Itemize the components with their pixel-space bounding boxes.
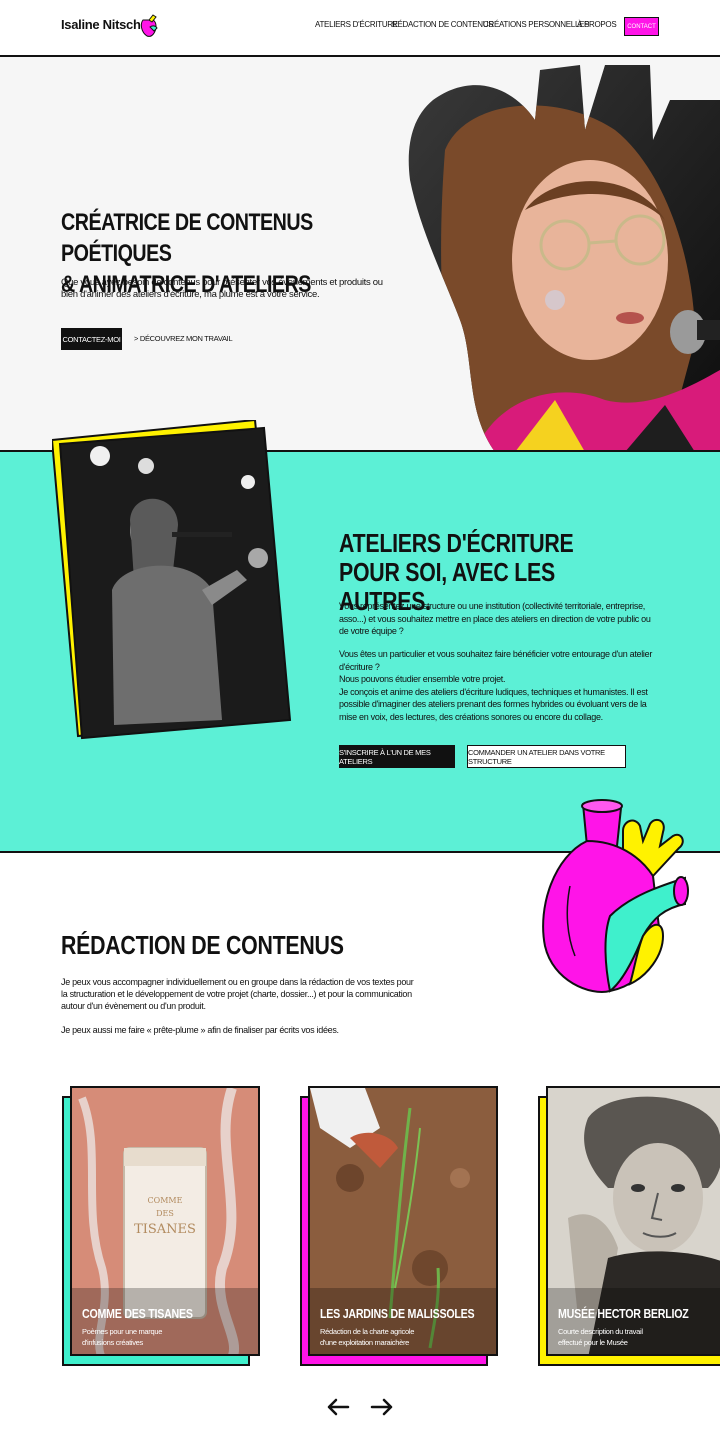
- project-card-malissoles[interactable]: Les jardins de Malissoles Rédaction de l…: [300, 1086, 500, 1366]
- nav-contact-button[interactable]: Contact: [624, 17, 659, 36]
- contact-me-button[interactable]: Contactez-moi: [61, 328, 122, 350]
- discover-work-link[interactable]: > Découvrez mon travail: [134, 334, 233, 343]
- card-subtitle-line2: effectué pour le Musée: [558, 1338, 628, 1347]
- card-subtitle: Poèmes pour une marque d'infusions créat…: [82, 1326, 232, 1348]
- register-atelier-button[interactable]: S'inscrire à l'un de mes ateliers: [339, 745, 455, 768]
- nav-redaction[interactable]: Rédaction de contenus: [392, 20, 494, 29]
- svg-text:DES: DES: [156, 1209, 174, 1218]
- card-subtitle: Rédaction de la charte agricole d'une ex…: [320, 1326, 470, 1348]
- project-card-berlioz[interactable]: Musée Hector Berlioz Courte description …: [538, 1086, 720, 1366]
- ateliers-paragraph-2: Vous êtes un particulier et vous souhait…: [339, 648, 659, 723]
- hero-section: Créatrice de contenus poétiques & animat…: [0, 57, 720, 450]
- site-logo[interactable]: Isaline Nitsche: [61, 17, 148, 32]
- site-header: Isaline Nitsche Ateliers d'écriture Réda…: [0, 0, 720, 57]
- nav-creations[interactable]: Créations personnelles: [483, 20, 589, 29]
- card-title: Musée Hector Berlioz: [558, 1306, 689, 1321]
- ateliers-paragraph-2c: Je conçois et anime des ateliers d'écrit…: [339, 686, 648, 722]
- card-title: Comme des tisanes: [82, 1306, 193, 1321]
- svg-text:COMME: COMME: [148, 1196, 183, 1205]
- svg-text:TISANES: TISANES: [134, 1222, 196, 1237]
- heart-illustration-icon: [542, 799, 689, 993]
- card-subtitle-line1: Rédaction de la charte agricole: [320, 1327, 415, 1336]
- redaction-paragraph-2: Je peux aussi me faire « prête-plume » a…: [61, 1025, 339, 1035]
- ateliers-paragraph-2a: Vous êtes un particulier et vous souhait…: [339, 649, 653, 672]
- hero-portrait-image: [408, 65, 720, 450]
- arrow-left-icon[interactable]: [326, 1398, 350, 1416]
- project-card-tisanes[interactable]: COMME DES TISANES Comme des tisanes Poèm…: [62, 1086, 262, 1366]
- ateliers-paragraph-1: Vous représentez une structure ou une in…: [339, 601, 651, 636]
- redaction-title: Rédaction de contenus: [61, 930, 344, 960]
- ateliers-title-line1: Ateliers d'écriture: [339, 528, 574, 558]
- nav-a-propos[interactable]: À propos: [577, 20, 617, 29]
- card-subtitle-line1: Poèmes pour une marque: [82, 1327, 163, 1336]
- nav-ateliers[interactable]: Ateliers d'écriture: [315, 20, 398, 29]
- logo-heart-icon: [140, 14, 158, 37]
- card-subtitle-line1: Courte description du travail: [558, 1327, 643, 1336]
- redaction-paragraph-1: Je peux vous accompagner individuellemen…: [61, 977, 414, 1011]
- hero-description: Que vous ayez besoin de contenus pour pr…: [61, 277, 383, 300]
- performer-photo-image: [50, 418, 292, 740]
- card-subtitle: Courte description du travail effectué p…: [558, 1326, 708, 1348]
- ateliers-photo: [50, 418, 292, 740]
- arrow-right-icon[interactable]: [370, 1398, 394, 1416]
- card-subtitle-line2: d'une exploitation maraichère: [320, 1338, 410, 1347]
- card-subtitle-line2: d'infusions créatives: [82, 1338, 143, 1347]
- hero-title-line1: Créatrice de contenus poétiques: [61, 209, 313, 267]
- card-title: Les jardins de Malissoles: [320, 1306, 475, 1321]
- order-atelier-button[interactable]: Commander un atelier dans votre structur…: [467, 745, 626, 768]
- ateliers-paragraph-2b: Nous pouvons étudier ensemble votre proj…: [339, 674, 506, 684]
